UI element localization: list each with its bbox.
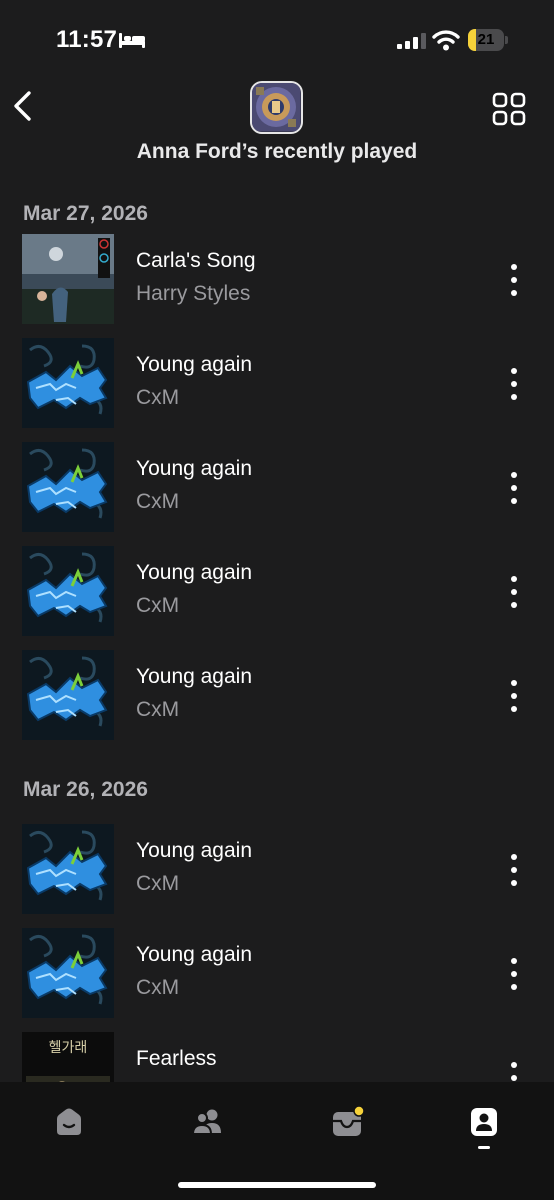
track-row[interactable]: Young again CxM xyxy=(0,338,554,430)
track-title: Young again xyxy=(136,457,253,480)
tab-inbox[interactable] xyxy=(317,1102,377,1150)
home-icon xyxy=(57,1108,81,1135)
track-artist: CxM xyxy=(136,386,180,409)
album-art xyxy=(22,546,114,636)
album-art xyxy=(22,824,114,914)
recently-played-list[interactable]: Mar 27, 2026 Carla's Song Harry Styles Y… xyxy=(0,178,554,1082)
track-row[interactable]: 헬가래 Fearless xyxy=(0,1032,554,1082)
tab-bar xyxy=(0,1082,554,1200)
bed-icon xyxy=(119,33,145,48)
track-artist: CxM xyxy=(136,872,180,895)
more-options-icon[interactable] xyxy=(498,364,530,404)
inbox-icon xyxy=(333,1106,365,1136)
more-options-icon[interactable] xyxy=(498,1058,530,1082)
track-title: Young again xyxy=(136,839,253,862)
track-title: Carla's Song xyxy=(136,249,256,272)
track-row[interactable]: Carla's Song Harry Styles xyxy=(0,234,554,326)
header: Anna Ford’s recently played xyxy=(0,78,554,178)
track-title: Young again xyxy=(136,665,253,688)
active-tab-indicator xyxy=(478,1146,490,1149)
more-options-icon[interactable] xyxy=(498,260,530,300)
track-row[interactable]: Young again CxM xyxy=(0,824,554,916)
track-row[interactable]: Young again CxM xyxy=(0,650,554,742)
track-title: Fearless xyxy=(136,1047,217,1070)
album-art xyxy=(22,234,114,324)
svg-text:헬가래: 헬가래 xyxy=(49,1040,88,1056)
more-options-icon[interactable] xyxy=(498,954,530,994)
track-row[interactable]: Young again CxM xyxy=(0,928,554,1020)
home-indicator[interactable] xyxy=(178,1182,376,1188)
battery-icon: 21 xyxy=(468,29,508,51)
album-art: 헬가래 xyxy=(22,1032,114,1082)
more-options-icon[interactable] xyxy=(498,676,530,716)
friends-icon xyxy=(192,1109,221,1135)
album-art xyxy=(22,442,114,532)
album-art xyxy=(22,650,114,740)
status-time: 11:57 xyxy=(56,26,118,53)
tab-profile[interactable] xyxy=(454,1102,514,1150)
track-artist: CxM xyxy=(136,976,180,999)
wifi-icon xyxy=(432,30,460,51)
album-art xyxy=(22,338,114,428)
page-title: Anna Ford’s recently played xyxy=(136,140,418,163)
track-artist: CxM xyxy=(136,490,180,513)
profile-icon xyxy=(471,1108,497,1136)
more-options-icon[interactable] xyxy=(498,468,530,508)
track-artist: CxM xyxy=(136,698,180,721)
more-options-icon[interactable] xyxy=(498,850,530,890)
grid-icon[interactable] xyxy=(492,92,526,126)
avatar-image xyxy=(252,83,300,131)
album-art xyxy=(22,928,114,1018)
track-artist: Harry Styles xyxy=(136,282,251,305)
track-artist: CxM xyxy=(136,594,180,617)
track-row[interactable]: Young again CxM xyxy=(0,546,554,638)
more-options-icon[interactable] xyxy=(498,572,530,612)
chevron-left-icon[interactable] xyxy=(8,88,36,124)
battery-percent: 21 xyxy=(477,31,495,48)
date-header: Mar 26, 2026 xyxy=(23,778,148,801)
status-bar: 11:57 21 xyxy=(0,0,554,80)
track-title: Young again xyxy=(136,353,253,376)
signal-icon xyxy=(397,33,426,49)
track-title: Young again xyxy=(136,943,253,966)
avatar[interactable] xyxy=(250,81,303,134)
date-header: Mar 27, 2026 xyxy=(23,202,148,225)
tab-home[interactable] xyxy=(39,1102,99,1150)
track-row[interactable]: Young again CxM xyxy=(0,442,554,534)
tab-friends[interactable] xyxy=(178,1102,238,1150)
track-title: Young again xyxy=(136,561,253,584)
